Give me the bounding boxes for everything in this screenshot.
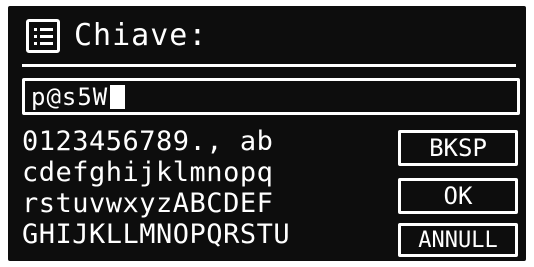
key-input-field[interactable]: p@s5W <box>22 78 520 115</box>
charset-row[interactable]: rstuvwxyzABCDEF <box>22 188 382 219</box>
lcd-screen: Chiave: p@s5W 0123456789., ab cdefghijkl… <box>8 6 526 261</box>
page-title: Chiave: <box>74 18 208 53</box>
text-cursor <box>110 84 126 109</box>
header: Chiave: <box>26 16 207 56</box>
ok-button[interactable]: OK <box>398 178 518 214</box>
header-divider <box>22 64 516 67</box>
list-menu-icon <box>26 19 60 53</box>
charset-row[interactable]: cdefghijklmnopq <box>22 157 382 188</box>
key-input-value: p@s5W <box>31 82 109 111</box>
charset-row[interactable]: GHIJKLLMNOPQRSTU <box>22 219 382 250</box>
charset-row[interactable]: 0123456789., ab <box>22 126 382 157</box>
cancel-button[interactable]: ANNULL <box>398 223 518 257</box>
character-selector[interactable]: 0123456789., ab cdefghijklmnopq rstuvwxy… <box>22 126 382 250</box>
backspace-button[interactable]: BKSP <box>398 130 518 166</box>
